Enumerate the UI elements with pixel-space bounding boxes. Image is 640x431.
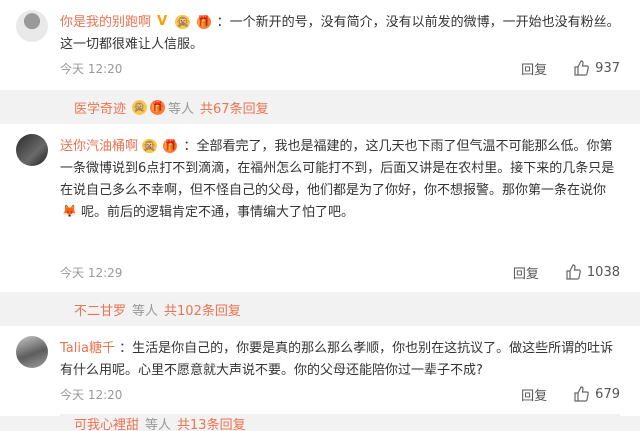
view-replies-link[interactable]: 共13条回复: [177, 414, 246, 431]
comment-text-block: 你是我的别跑啊 V 🙊 🎁 ：一个新开的号，没有简介，没有以前发的微博，一开始也…: [60, 12, 620, 56]
sub-replies[interactable]: 不二甘罗 等人 共102条回复: [60, 292, 620, 326]
sub-replies[interactable]: 医学奇迹 🙊 🎁 等人 共67条回复: [60, 90, 620, 124]
thumbs-up-icon: [574, 60, 590, 76]
sub-reply-user[interactable]: 可我心裡甜: [74, 414, 139, 431]
comment-text-block: Talia糖千 ：生活是你自己的，你要是真的那么那么孝顺，你也别在这抗议了。做这…: [60, 338, 620, 382]
sub-reply-user[interactable]: 医学奇迹: [74, 98, 126, 117]
sub-reply-user[interactable]: 不二甘罗: [74, 300, 126, 319]
gift-icon: 🎁: [150, 99, 166, 115]
comment-username[interactable]: 送你汽油桶啊: [60, 139, 138, 154]
like-button[interactable]: 679: [573, 386, 620, 402]
comment-time: 今天 12:20: [60, 387, 123, 402]
sub-replies[interactable]: 可我心裡甜 等人 共13条回复: [60, 414, 620, 431]
avatar[interactable]: [16, 336, 48, 368]
avatar[interactable]: [16, 134, 48, 166]
comment-item: 你是我的别跑啊 V 🙊 🎁 ：一个新开的号，没有简介，没有以前发的微博，一开始也…: [0, 0, 640, 90]
like-count: 937: [595, 60, 620, 76]
comment-username[interactable]: 你是我的别跑啊: [60, 15, 151, 30]
monkey-icon: 🙊: [132, 99, 148, 115]
avatar[interactable]: [16, 10, 48, 42]
comment-meta: 今天 12:20 回复 679: [60, 384, 620, 404]
reply-button[interactable]: 回复: [521, 59, 547, 78]
fox-emoji-icon: 🦊: [62, 204, 77, 218]
sub-reply-connector: 等人: [132, 303, 159, 319]
monkey-badge-icon: 🙊: [142, 139, 158, 153]
comment-time: 今天 12:20: [60, 61, 123, 76]
reply-button[interactable]: 回复: [521, 385, 547, 404]
comment-item: Talia糖千 ：生活是你自己的，你要是真的那么那么孝顺，你也别在这抗议了。做这…: [0, 326, 640, 416]
comment-item: 送你汽油桶啊 🙊 🎁 ：全部看完了，我也是福建的，这几天也下雨了但气温不可能那么…: [0, 124, 640, 292]
comment-text-block: 送你汽油桶啊 🙊 🎁 ：全部看完了，我也是福建的，这几天也下雨了但气温不可能那么…: [60, 136, 620, 224]
like-button[interactable]: 937: [573, 60, 620, 76]
like-button[interactable]: 1038: [565, 264, 620, 280]
comment-text: ：生活是你自己的，你要是真的那么那么孝顺，你也别在这抗议了。做这些所谓的吐诉有什…: [60, 341, 614, 378]
reply-button[interactable]: 回复: [513, 263, 539, 282]
like-count: 1038: [586, 264, 620, 280]
sub-reply-connector: 等人: [168, 101, 195, 117]
comment-body: 送你汽油桶啊 🙊 🎁 ：全部看完了，我也是福建的，这几天也下雨了但气温不可能那么…: [60, 136, 620, 224]
verified-badge-icon: V: [157, 14, 168, 29]
thumbs-up-icon: [574, 386, 590, 402]
comment-body: 你是我的别跑啊 V 🙊 🎁 ：一个新开的号，没有简介，没有以前发的微博，一开始也…: [60, 12, 620, 56]
like-count: 679: [595, 386, 620, 402]
comment-username[interactable]: Talia糖千: [60, 341, 115, 356]
monkey-badge-icon: 🙊: [175, 15, 191, 29]
gift-badge-icon: 🎁: [196, 15, 211, 29]
gift-badge-icon: 🎁: [163, 139, 178, 153]
comment-meta: 今天 12:20 回复 937: [60, 58, 620, 78]
comment-meta: 今天 12:29 回复 1038: [60, 262, 620, 282]
view-replies-link[interactable]: 共67条回复: [200, 98, 269, 117]
comment-time: 今天 12:29: [60, 265, 123, 280]
comment-feed: 你是我的别跑啊 V 🙊 🎁 ：一个新开的号，没有简介，没有以前发的微博，一开始也…: [0, 0, 640, 431]
view-replies-link[interactable]: 共102条回复: [164, 300, 241, 319]
comment-body: Talia糖千 ：生活是你自己的，你要是真的那么那么孝顺，你也别在这抗议了。做这…: [60, 338, 620, 382]
sub-reply-connector: 等人: [145, 418, 172, 431]
comment-text-tail: 呢。前后的逻辑肯定不通，事情编大了怕了吧。: [80, 205, 354, 220]
thumbs-up-icon: [566, 264, 581, 280]
